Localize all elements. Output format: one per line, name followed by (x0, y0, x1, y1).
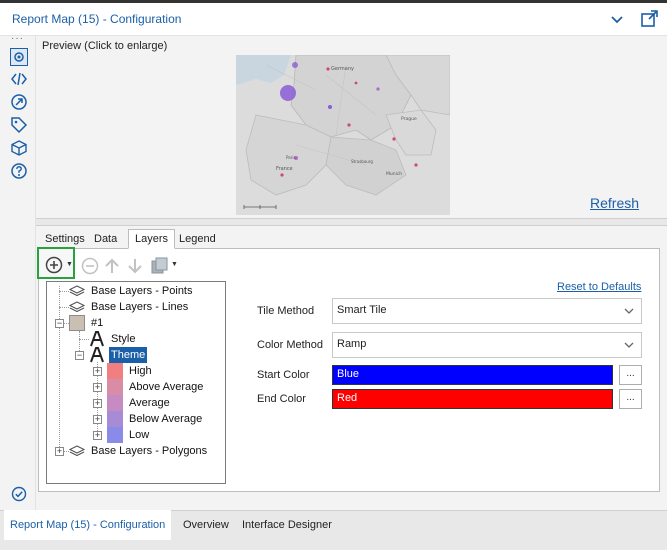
cube-icon[interactable] (10, 139, 28, 157)
expand-toggle-icon[interactable]: + (93, 415, 102, 424)
panel-splitter[interactable] (36, 218, 667, 226)
end-color-label: End Color (257, 393, 306, 405)
class-swatch (107, 427, 123, 443)
collapse-toggle-icon[interactable]: − (55, 319, 64, 328)
move-up-icon[interactable] (102, 256, 122, 276)
dropdown-caret-icon: ▼ (66, 261, 73, 268)
window-title: Report Map (15) - Configuration (12, 12, 182, 26)
tile-method-select[interactable]: Smart Tile (332, 298, 642, 324)
start-color-field[interactable]: Blue (332, 365, 613, 385)
tag-icon[interactable] (10, 116, 28, 134)
gear-icon[interactable] (10, 48, 28, 66)
layers-stack-icon (69, 301, 85, 313)
color-method-value: Ramp (337, 338, 367, 350)
layers-stack-icon (69, 285, 85, 297)
start-color-picker-button[interactable]: ... (619, 365, 642, 385)
expand-window-icon[interactable] (640, 8, 660, 28)
expand-toggle-icon[interactable]: + (93, 383, 102, 392)
copy-layer-icon[interactable] (150, 256, 170, 276)
layer-tree: Base Layers - Points Base Layers - Lines… (46, 281, 226, 484)
bottom-tab-configuration[interactable]: Report Map (15) - Configuration (4, 510, 172, 540)
more-dots-icon[interactable]: ··· (11, 33, 24, 44)
layers-stack-icon (69, 445, 85, 457)
map-label: Germany (331, 66, 354, 72)
check-circle-icon[interactable] (11, 486, 27, 502)
class-swatch (107, 411, 123, 427)
tab-legend[interactable]: Legend (172, 229, 223, 249)
move-down-icon[interactable] (125, 256, 145, 276)
bottom-tab-overview[interactable]: Overview (177, 510, 235, 540)
preview-label: Preview (Click to enlarge) (42, 40, 168, 52)
start-color-label: Start Color (257, 369, 310, 381)
expand-toggle-icon[interactable]: + (93, 367, 102, 376)
tab-layers[interactable]: Layers (128, 229, 176, 249)
end-color-field[interactable]: Red (332, 389, 613, 409)
style-a-icon (90, 331, 104, 347)
class-swatch (107, 379, 123, 395)
add-circle-icon (45, 256, 63, 274)
color-method-label: Color Method (257, 339, 324, 351)
class-swatch (107, 363, 123, 379)
help-icon[interactable] (10, 162, 28, 180)
layer-swatch (69, 315, 85, 331)
map-label: Strasbourg (351, 159, 373, 164)
tab-settings[interactable]: Settings (38, 229, 92, 249)
reset-to-defaults-link[interactable]: Reset to Defaults (557, 281, 641, 293)
expand-toggle-icon[interactable]: + (93, 399, 102, 408)
map-label: Munich (386, 171, 402, 177)
connect-icon[interactable] (10, 93, 28, 111)
expand-toggle-icon[interactable]: + (55, 447, 64, 456)
chevron-down-icon (624, 308, 634, 314)
collapse-toggle-icon[interactable]: − (75, 351, 84, 360)
refresh-link[interactable]: Refresh (590, 195, 639, 211)
tab-data[interactable]: Data (87, 229, 124, 249)
class-swatch (107, 395, 123, 411)
remove-layer-icon[interactable] (80, 256, 100, 276)
add-layer-button[interactable]: ▼ (37, 247, 75, 279)
map-label: Paris (286, 155, 296, 160)
map-label: France (276, 166, 293, 172)
tab-bar: Settings Data Layers Legend (38, 229, 658, 249)
bottom-tab-interface-designer[interactable]: Interface Designer (236, 510, 338, 540)
theme-a-icon (90, 347, 104, 363)
map-label: Prague (401, 116, 417, 122)
tile-method-label: Tile Method (257, 305, 315, 317)
color-method-select[interactable]: Ramp (332, 332, 642, 358)
map-preview[interactable]: Germany Prague France Strasbourg Munich … (236, 54, 451, 215)
tile-method-value: Smart Tile (337, 304, 387, 316)
chevron-down-icon (624, 342, 634, 348)
collapse-chevron-icon[interactable] (608, 10, 626, 28)
expand-toggle-icon[interactable]: + (93, 431, 102, 440)
copy-dropdown-caret-icon[interactable]: ▼ (171, 261, 178, 268)
end-color-picker-button[interactable]: ... (619, 389, 642, 409)
code-icon[interactable] (10, 70, 28, 88)
